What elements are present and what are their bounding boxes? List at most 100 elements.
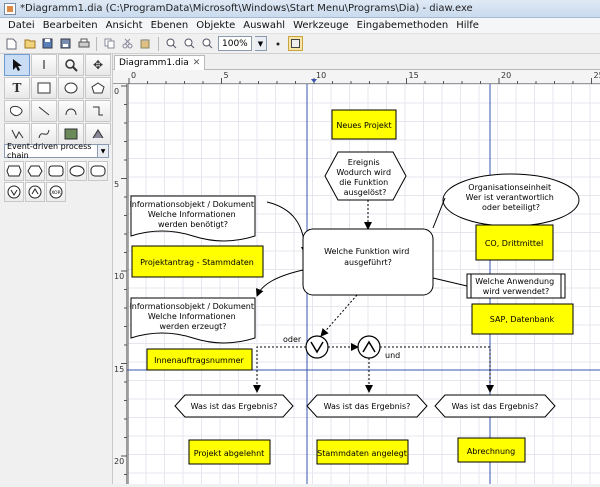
info-erzeugt-line: Welche Informationen — [148, 312, 236, 321]
beziergon-tool-icon[interactable] — [4, 100, 30, 122]
print-icon[interactable] — [76, 36, 91, 51]
epc-xor-connector-icon[interactable]: XOR — [46, 182, 66, 202]
menu-eingabemethoden[interactable]: Eingabemethoden — [353, 20, 453, 31]
open-folder-icon[interactable] — [22, 36, 37, 51]
save-icon[interactable] — [40, 36, 55, 51]
show-grid-toggle[interactable] — [288, 36, 303, 51]
ereignis-line: die Funktion — [339, 178, 388, 187]
document-tab-bar: Diagramm1.dia ✕ — [113, 54, 600, 70]
epc-hexagon-shape-icon[interactable] — [25, 161, 45, 181]
vruler-label: 5 — [114, 180, 119, 189]
menu-hilfe[interactable]: Hilfe — [452, 20, 483, 31]
window-title: *Diagramm1.dia (C:\ProgramData\Microsoft… — [20, 3, 473, 14]
info-benoetigt-line: werden benötigt? — [158, 220, 228, 229]
save-as-icon[interactable] — [58, 36, 73, 51]
diagram-canvas[interactable]: Neues Projekt Ereignis Wodurch wird die … — [127, 84, 600, 484]
and-connector — [358, 336, 380, 358]
paste-icon[interactable] — [138, 36, 153, 51]
orgeinheit-line: oder beteiligt? — [482, 203, 540, 212]
menu-ebenen[interactable]: Ebenen — [147, 20, 193, 31]
vruler-label: 10 — [114, 272, 124, 281]
snap-grid-icon[interactable] — [270, 36, 285, 51]
vruler-label: 20 — [114, 457, 124, 466]
menu-datei[interactable]: Datei — [4, 20, 39, 31]
menu-bar: Datei Bearbeiten Ansicht Ebenen Objekte … — [0, 18, 600, 34]
zoom-input[interactable]: 100% — [218, 36, 252, 51]
zoom-dropdown-arrow[interactable]: ▼ — [255, 36, 267, 51]
tool-grid: I ✥ T — [4, 54, 111, 145]
cut-icon[interactable] — [120, 36, 135, 51]
tab-label: Diagramm1.dia — [119, 58, 189, 68]
info-to-funktion-connector — [267, 202, 305, 254]
epc-org-unit-shape-icon[interactable] — [67, 161, 87, 181]
diagram-svg[interactable]: Neues Projekt Ereignis Wodurch wird die … — [127, 84, 600, 484]
co-drittmittel-label: CO, Drittmittel — [485, 239, 543, 248]
svg-text:Welche Anwendung wird: Welche Anwendung wird verwendet? — [475, 277, 556, 296]
ereignis-line: ausgelöst? — [344, 188, 387, 197]
ereignis-line: Ereignis — [348, 158, 380, 167]
zoom-in-icon[interactable] — [164, 36, 179, 51]
title-bar: *Diagramm1.dia (C:\ProgramData\Microsoft… — [0, 0, 600, 18]
neues-projekt-label: Neues Projekt — [336, 121, 391, 130]
chevron-down-icon[interactable]: ▼ — [97, 145, 108, 157]
projektantrag-label: Projektantrag - Stammdaten — [140, 258, 254, 267]
ergebnis-right-label: Was ist das Ergebnis? — [452, 402, 539, 411]
menu-werkzeuge[interactable]: Werkzeuge — [289, 20, 353, 31]
vruler-label: 15 — [114, 365, 124, 374]
org-to-funktion-line — [433, 198, 445, 228]
pointer-tool-icon[interactable] — [4, 54, 30, 76]
zoom-fit-icon[interactable] — [200, 36, 215, 51]
toolbar-separator — [158, 37, 159, 51]
hruler-label: 15 — [409, 71, 419, 80]
anwendung-line: Welche Anwendung — [475, 277, 554, 286]
epc-process-shape-icon[interactable] — [88, 161, 108, 181]
orgeinheit-line: Organisationseinheit — [468, 183, 551, 192]
shape-palette: XOR — [4, 161, 108, 202]
funktion-to-info-erzeugt-connector — [257, 270, 303, 296]
main-toolbar: 100% ▼ — [0, 34, 600, 54]
anwendung-line: wird verwendet? — [483, 287, 549, 296]
menu-objekte[interactable]: Objekte — [192, 20, 239, 31]
hruler-label: 0 — [131, 71, 136, 80]
hruler-label: 25 — [594, 71, 600, 80]
ellipse-tool-icon[interactable] — [58, 77, 84, 99]
sheet-selector[interactable]: Event-driven process chain ▼ — [4, 144, 109, 158]
funktion-line: ausgeführt? — [344, 258, 392, 267]
info-erzeugt-line: werden erzeugt? — [159, 322, 226, 331]
epc-function-shape-icon[interactable] — [46, 161, 66, 181]
close-tab-icon[interactable]: ✕ — [193, 58, 201, 68]
ereignis-line: Wodurch wird — [336, 168, 391, 177]
vertical-ruler: 0 5 10 15 20 — [113, 84, 127, 484]
arc-tool-icon[interactable] — [58, 100, 84, 122]
zigzag-tool-icon[interactable] — [85, 100, 111, 122]
tab-diagramm1[interactable]: Diagramm1.dia ✕ — [114, 55, 205, 70]
info-benoetigt-line: Welche Informationen — [148, 210, 236, 219]
menu-ansicht[interactable]: Ansicht — [102, 20, 147, 31]
hruler-label: 10 — [316, 71, 326, 80]
menu-bearbeiten[interactable]: Bearbeiten — [39, 20, 102, 31]
magnify-tool-icon[interactable] — [58, 54, 84, 76]
polygon-tool-icon[interactable] — [85, 77, 111, 99]
epc-or-connector-icon[interactable] — [4, 182, 24, 202]
oder-label: oder — [283, 335, 302, 344]
copy-icon[interactable] — [102, 36, 117, 51]
text-tool-icon[interactable]: T — [4, 77, 30, 99]
epc-event-shape-icon[interactable] — [4, 161, 24, 181]
zoom-out-icon[interactable] — [182, 36, 197, 51]
anwendung-to-funktion-line — [433, 278, 467, 286]
vruler-label: 0 — [114, 87, 119, 96]
line-tool-icon[interactable] — [31, 100, 57, 122]
epc-and-connector-icon[interactable] — [25, 182, 45, 202]
orgeinheit-line: Wer ist verantwortlich — [466, 193, 554, 202]
box-tool-icon[interactable] — [31, 77, 57, 99]
xor-label: XOR — [51, 190, 60, 196]
ergebnis-left-label: Was ist das Ergebnis? — [191, 402, 278, 411]
new-file-icon[interactable] — [4, 36, 19, 51]
text-edit-tool-icon[interactable]: I — [31, 54, 57, 76]
menu-auswahl[interactable]: Auswahl — [239, 20, 289, 31]
toolbar-separator — [96, 37, 97, 51]
info-benoetigt-line: Informationsobjekt / Dokument — [129, 200, 254, 209]
horizontal-ruler-ticks: 0 5 10 15 20 25 — [113, 70, 600, 84]
horizontal-ruler: 0 5 10 15 20 25 — [113, 70, 600, 84]
scroll-tool-icon[interactable]: ✥ — [85, 54, 111, 76]
